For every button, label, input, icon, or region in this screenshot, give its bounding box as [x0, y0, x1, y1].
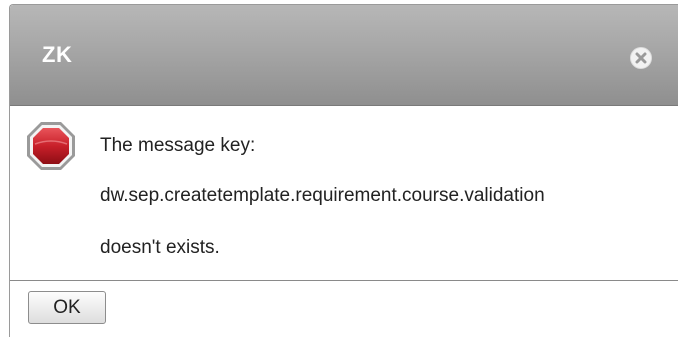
message-dialog: ZK The message key: dw.sep.createtemplat… — [9, 4, 678, 337]
message-line-1: The message key: — [100, 135, 256, 156]
button-divider — [10, 280, 678, 281]
close-button[interactable] — [630, 47, 652, 69]
dialog-title-bar[interactable]: ZK — [10, 5, 678, 106]
message-line-2: dw.sep.createtemplate.requirement.course… — [100, 185, 545, 206]
stop-icon — [27, 122, 75, 170]
page: ZK The message key: dw.sep.createtemplat… — [0, 0, 678, 337]
dialog-title: ZK — [42, 42, 73, 67]
ok-button[interactable]: OK — [28, 291, 106, 324]
message-line-3: doesn't exists. — [100, 237, 220, 258]
close-icon — [635, 52, 647, 64]
